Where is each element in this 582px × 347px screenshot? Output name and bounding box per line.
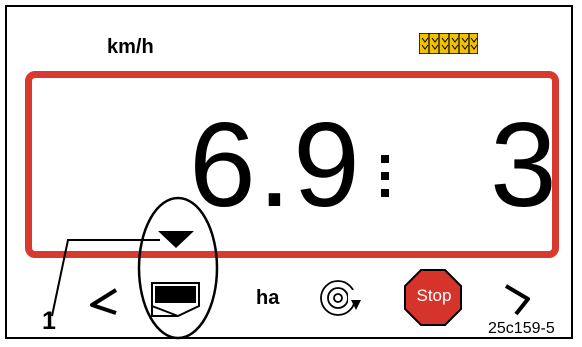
chevron-left-icon[interactable] xyxy=(90,288,118,315)
stop-button-label: Stop xyxy=(416,286,452,305)
hopper-level-icon xyxy=(151,282,200,317)
figure-reference-code: 25c159-5 xyxy=(488,320,555,337)
hectare-softkey-label[interactable]: ha xyxy=(256,287,279,310)
arrow-down-icon xyxy=(158,231,194,248)
callout-number: 1 xyxy=(42,307,56,335)
chevron-right-icon[interactable] xyxy=(504,284,530,316)
rotation-sensor-icon[interactable] xyxy=(320,280,361,316)
